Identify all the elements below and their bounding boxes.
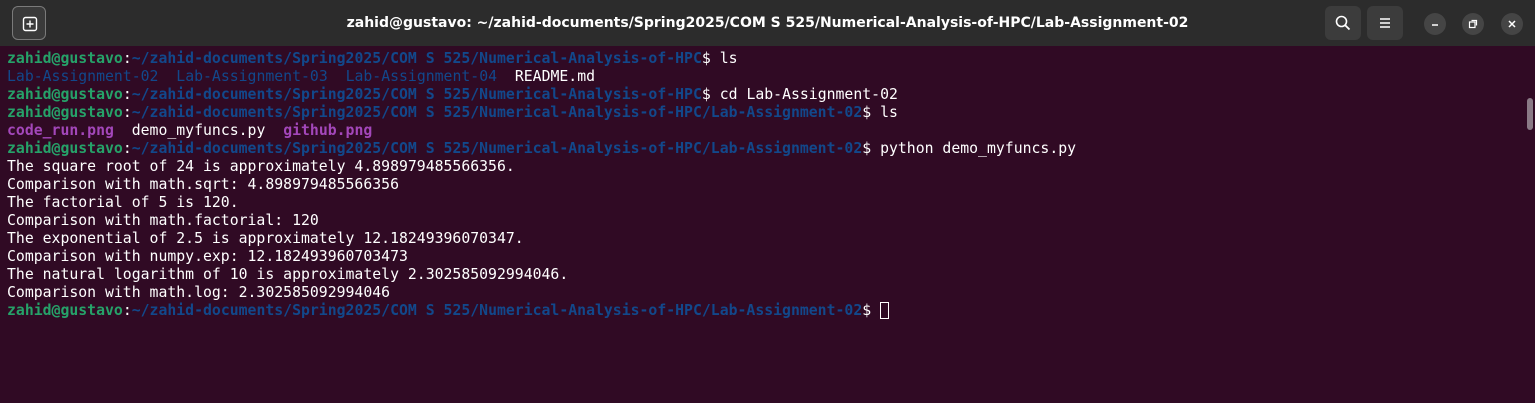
output-line: Comparison with math.factorial: 120 (7, 212, 319, 229)
search-button[interactable] (1325, 6, 1361, 40)
output-line: Comparison with math.sqrt: 4.89897948556… (7, 176, 399, 193)
prompt-dollar: $ (862, 104, 881, 121)
prompt-path: ~/zahid-documents/Spring2025/COM S 525/N… (131, 86, 702, 103)
prompt-colon: : (122, 302, 132, 319)
output-line: The factorial of 5 is 120. (7, 194, 239, 211)
output-line: Comparison with math.log: 2.302585092994… (7, 284, 391, 301)
prompt-path: ~/zahid-documents/Spring2025/COM S 525/N… (131, 140, 863, 157)
command-text: python demo_myfuncs.py (880, 140, 1077, 157)
ls-entry-image: github.png (283, 122, 373, 139)
prompt-dollar: $ (862, 140, 881, 157)
prompt-user: zahid@gustavo (7, 50, 123, 67)
prompt-colon: : (122, 104, 132, 121)
prompt-user: zahid@gustavo (7, 302, 123, 319)
prompt-colon: : (122, 50, 132, 67)
terminal-line: zahid@gustavo:~/zahid-documents/Spring20… (7, 302, 890, 320)
close-button[interactable] (1501, 13, 1523, 35)
command-text: cd Lab-Assignment-02 (719, 86, 898, 103)
ls-entry-directory: Lab-Assignment-04 (345, 68, 498, 85)
terminal-line: zahid@gustavo:~/zahid-documents/Spring20… (7, 50, 738, 68)
ls-entry-directory: Lab-Assignment-02 (7, 68, 159, 85)
output-line: The exponential of 2.5 is approximately … (7, 230, 524, 247)
terminal-line: Lab-Assignment-02 Lab-Assignment-03 Lab-… (7, 68, 595, 86)
ls-entry-image: code_run.png (7, 122, 114, 139)
prompt-path: ~/zahid-documents/Spring2025/COM S 525/N… (131, 104, 863, 121)
minimize-button[interactable] (1424, 13, 1446, 35)
terminal-line: code_run.png demo_myfuncs.py github.png (7, 122, 372, 140)
terminal-line: zahid@gustavo:~/zahid-documents/Spring20… (7, 104, 898, 122)
output-line: Comparison with numpy.exp: 12.1824939607… (7, 248, 408, 265)
terminal-cursor (880, 302, 890, 319)
prompt-dollar: $ (701, 86, 720, 103)
maximize-button[interactable] (1462, 13, 1484, 35)
terminal-line: zahid@gustavo:~/zahid-documents/Spring20… (7, 140, 1076, 158)
ls-entry-file: README.md (514, 68, 596, 85)
terminal-output-area[interactable]: zahid@gustavo:~/zahid-documents/Spring20… (0, 46, 1535, 403)
prompt-user: zahid@gustavo (7, 104, 123, 121)
prompt-user: zahid@gustavo (7, 140, 123, 157)
prompt-dollar: $ (701, 50, 720, 67)
title-bar[interactable]: zahid@gustavo: ~/zahid-documents/Spring2… (0, 0, 1535, 46)
command-text: ls (880, 104, 898, 121)
terminal-line: zahid@gustavo:~/zahid-documents/Spring20… (7, 86, 898, 104)
ls-entry-file: demo_myfuncs.py (131, 122, 266, 139)
terminal-window: zahid@gustavo: ~/zahid-documents/Spring2… (0, 0, 1535, 403)
window-title: zahid@gustavo: ~/zahid-documents/Spring2… (346, 15, 1189, 31)
prompt-path: ~/zahid-documents/Spring2025/COM S 525/N… (131, 302, 863, 319)
prompt-path: ~/zahid-documents/Spring2025/COM S 525/N… (131, 50, 702, 67)
prompt-user: zahid@gustavo (7, 86, 123, 103)
prompt-colon: : (122, 86, 132, 103)
output-line: The natural logarithm of 10 is approxima… (7, 266, 569, 283)
prompt-dollar: $ (862, 302, 881, 319)
menu-button[interactable] (1367, 6, 1403, 40)
scrollbar[interactable] (1527, 98, 1533, 130)
ls-entry-directory: Lab-Assignment-03 (176, 68, 328, 85)
output-line: The square root of 24 is approximately 4… (7, 158, 515, 175)
command-text: ls (719, 50, 738, 67)
prompt-colon: : (122, 140, 132, 157)
